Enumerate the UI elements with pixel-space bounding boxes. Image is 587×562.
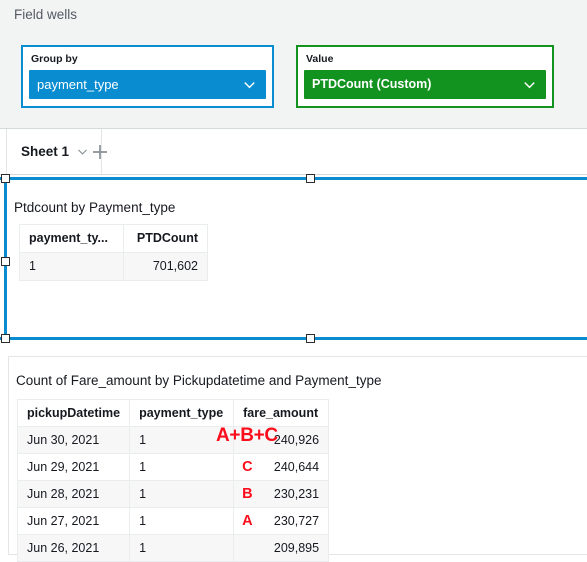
column-header-payment-type[interactable]: payment_ty... bbox=[19, 224, 124, 253]
resize-handle-bottom-left[interactable] bbox=[1, 334, 10, 343]
field-pill-group-by-text: payment_type bbox=[37, 77, 119, 92]
field-wells-title: Field wells bbox=[14, 7, 78, 22]
cell-fare-amount: 209,895 bbox=[233, 534, 330, 562]
cell-pickup-datetime: Jun 27, 2021 bbox=[16, 507, 131, 535]
chevron-down-icon[interactable] bbox=[522, 77, 537, 92]
resize-handle-top-left[interactable] bbox=[1, 174, 10, 183]
sheet-tab-bar: Sheet 1 bbox=[0, 129, 587, 175]
cell-pickup-datetime: Jun 30, 2021 bbox=[16, 426, 131, 454]
cell-payment-type: 1 bbox=[129, 453, 235, 481]
cell-payment-type: 1 bbox=[19, 252, 124, 281]
annotation-letter: A bbox=[242, 513, 253, 529]
cell-pickup-datetime: Jun 28, 2021 bbox=[16, 480, 131, 508]
table-row[interactable]: Jun 30, 2021 1 240,926 bbox=[16, 426, 330, 454]
field-pill-ptdcount[interactable]: PTDCount (Custom) bbox=[304, 70, 546, 99]
cell-pickup-datetime: Jun 29, 2021 bbox=[16, 453, 131, 481]
table-ptdcount: payment_ty... PTDCount 1 701,602 bbox=[19, 224, 208, 281]
visual-title-ptdcount: Ptdcount by Payment_type bbox=[14, 200, 176, 215]
visual-count-of-fare-amount[interactable]: Count of Fare_amount by Pickupdatetime a… bbox=[8, 356, 587, 562]
field-wells-panel: Field wells Group by payment_type Value … bbox=[0, 0, 587, 129]
cell-fare-amount-value: 230,727 bbox=[273, 514, 320, 528]
annotation-sum-formula: A+B+C bbox=[216, 425, 278, 446]
chevron-down-icon[interactable] bbox=[242, 77, 257, 92]
add-sheet-button[interactable] bbox=[90, 142, 110, 162]
field-well-group-by-label: Group by bbox=[31, 53, 78, 65]
cell-fare-amount: B 230,231 bbox=[233, 480, 330, 508]
table-header-row: pickupDatetime payment_type fare_amount bbox=[16, 399, 330, 427]
cell-payment-type: 1 bbox=[129, 480, 235, 508]
annotation-letter: B bbox=[242, 486, 253, 502]
field-pill-value-text: PTDCount (Custom) bbox=[312, 77, 432, 91]
cell-payment-type: 1 bbox=[129, 507, 235, 535]
field-well-group-by[interactable]: Group by payment_type bbox=[21, 45, 274, 108]
resize-handle-top-middle[interactable] bbox=[306, 174, 315, 183]
visual-title-count-of-fare-amount: Count of Fare_amount by Pickupdatetime a… bbox=[16, 373, 382, 388]
annotation-letter: C bbox=[242, 459, 253, 475]
cell-fare-amount-value: 209,895 bbox=[273, 541, 320, 555]
table-row[interactable]: Jun 27, 2021 1 A 230,727 bbox=[16, 507, 330, 535]
cell-fare-amount: C 240,644 bbox=[233, 453, 330, 481]
column-header-pickup-datetime[interactable]: pickupDatetime bbox=[16, 399, 131, 427]
cell-fare-amount-value: 230,231 bbox=[273, 487, 320, 501]
cell-fare-amount-value: 240,926 bbox=[273, 433, 320, 447]
cell-payment-type: 1 bbox=[129, 534, 235, 562]
cell-ptdcount: 701,602 bbox=[123, 252, 208, 281]
field-pill-payment-type[interactable]: payment_type bbox=[29, 70, 266, 99]
visual-ptdcount-by-payment-type[interactable]: Ptdcount by Payment_type payment_ty... P… bbox=[0, 174, 587, 343]
resize-handle-middle-left[interactable] bbox=[1, 257, 10, 266]
table-header-row: payment_ty... PTDCount bbox=[19, 224, 208, 253]
cell-pickup-datetime: Jun 26, 2021 bbox=[16, 534, 131, 562]
dashboard-canvas: Ptdcount by Payment_type payment_ty... P… bbox=[0, 174, 587, 562]
column-header-payment-type[interactable]: payment_type bbox=[129, 399, 235, 427]
chevron-down-icon[interactable] bbox=[76, 145, 89, 158]
table-fare-amount: pickupDatetime payment_type fare_amount … bbox=[16, 399, 330, 562]
cell-fare-amount: A 230,727 bbox=[233, 507, 330, 535]
cell-fare-amount-value: 240,644 bbox=[273, 460, 320, 474]
tab-sheet-1[interactable]: Sheet 1 bbox=[6, 129, 103, 174]
field-well-value-label: Value bbox=[306, 53, 334, 65]
table-body: Jun 30, 2021 1 240,926 Jun 29, 2021 1 C … bbox=[16, 426, 330, 562]
resize-handle-bottom-middle[interactable] bbox=[306, 334, 315, 343]
column-header-fare-amount[interactable]: fare_amount bbox=[233, 399, 330, 427]
table-row[interactable]: Jun 28, 2021 1 B 230,231 bbox=[16, 480, 330, 508]
field-well-value[interactable]: Value PTDCount (Custom) bbox=[296, 45, 554, 108]
table-row[interactable]: 1 701,602 bbox=[19, 252, 208, 281]
table-row[interactable]: Jun 29, 2021 1 C 240,644 bbox=[16, 453, 330, 481]
table-row[interactable]: Jun 26, 2021 1 209,895 bbox=[16, 534, 330, 562]
column-header-ptdcount[interactable]: PTDCount bbox=[123, 224, 208, 253]
sheet-tab-label: Sheet 1 bbox=[21, 144, 70, 159]
